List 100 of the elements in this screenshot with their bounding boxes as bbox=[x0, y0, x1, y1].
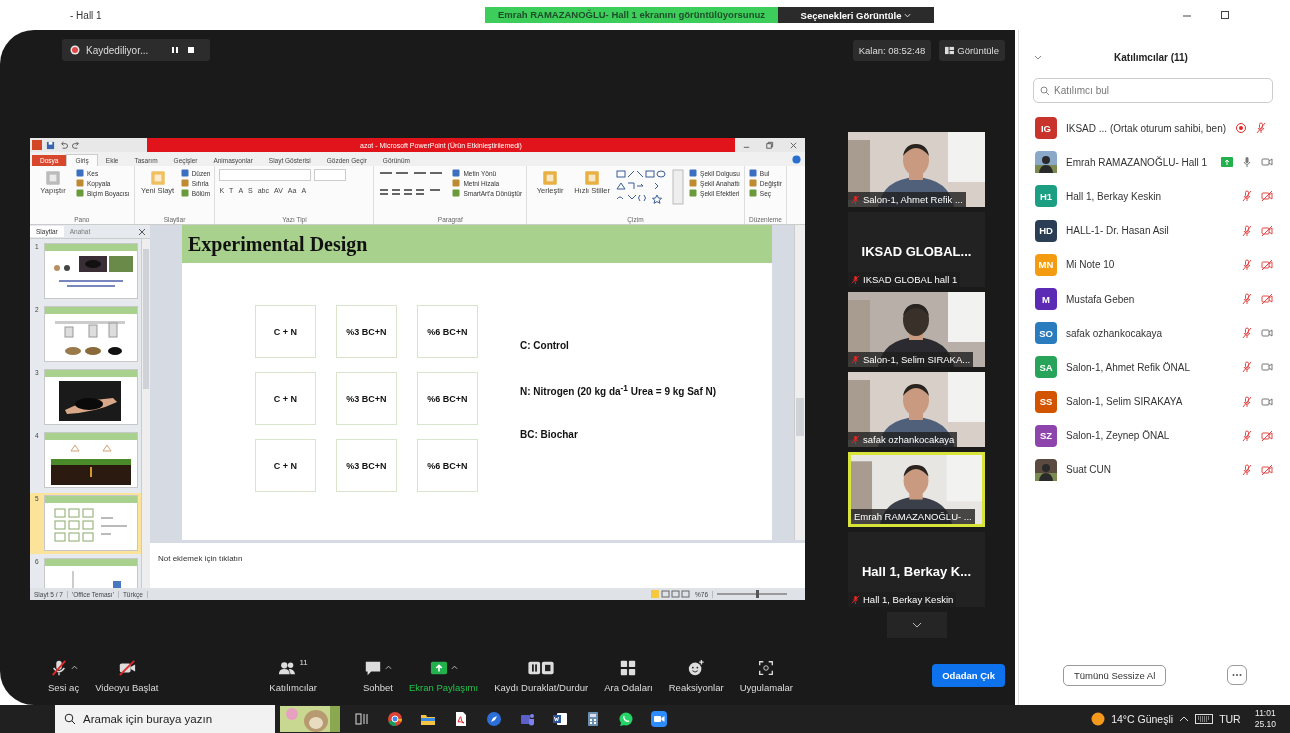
mic-muted-icon bbox=[851, 355, 860, 364]
time-remaining: Kalan: 08:52:48 bbox=[852, 39, 932, 61]
mic-muted-icon[interactable] bbox=[1241, 327, 1253, 340]
search-field[interactable]: Katılımcı bul bbox=[1033, 78, 1273, 103]
mic-muted-icon[interactable] bbox=[1255, 122, 1268, 135]
treatment-cell: C + N bbox=[255, 372, 316, 425]
mic-muted-icon[interactable] bbox=[1241, 463, 1253, 476]
compass-icon[interactable] bbox=[486, 711, 502, 727]
camera-off-icon[interactable] bbox=[1261, 293, 1273, 306]
caret-icon[interactable] bbox=[384, 665, 392, 670]
scrollbar[interactable] bbox=[141, 239, 150, 588]
mic-muted-icon[interactable] bbox=[1241, 361, 1253, 374]
toolbar-button[interactable]: Reaksiyonlar bbox=[660, 657, 732, 693]
microphone-icon[interactable] bbox=[1241, 156, 1253, 169]
clock-date[interactable]: 25.10 bbox=[1254, 719, 1276, 730]
toolbar-button[interactable]: Videoyu Başlat bbox=[87, 657, 167, 693]
input-language[interactable]: TUR bbox=[1219, 713, 1241, 725]
microphone-icon bbox=[49, 658, 68, 677]
toolbar-button[interactable]: Ara Odaları bbox=[596, 657, 661, 693]
toolbar-button[interactable]: 11 Katılımcılar bbox=[261, 657, 325, 693]
leave-button[interactable]: Odadan Çık bbox=[932, 663, 1005, 687]
word-document-icon[interactable] bbox=[552, 711, 568, 727]
toolbar-button[interactable]: Kaydı Duraklat/Durdur bbox=[486, 657, 597, 693]
apps-icon bbox=[757, 658, 776, 677]
more-button[interactable] bbox=[1227, 665, 1247, 685]
chat-bubble-icon[interactable] bbox=[618, 711, 634, 727]
participant-name: Salon-1, Selim SIRAKAYA bbox=[1066, 396, 1184, 408]
smiley-icon bbox=[687, 658, 706, 677]
avatar: SS bbox=[1035, 390, 1057, 413]
view-button[interactable]: Görüntüle bbox=[939, 39, 1005, 61]
camera-off-icon[interactable] bbox=[1261, 258, 1273, 271]
camera-off-icon[interactable] bbox=[1261, 190, 1273, 203]
help-icon[interactable] bbox=[792, 155, 801, 164]
mic-muted-icon[interactable] bbox=[1241, 395, 1253, 408]
mic-muted-icon bbox=[851, 435, 860, 444]
toolbar-button[interactable]: Uygulamalar bbox=[731, 657, 801, 693]
panel-title: Katılımcılar (11) bbox=[1113, 51, 1189, 63]
video-tile[interactable]: IKSAD GLOBAL... IKSAD GLOBAL hall 1 bbox=[848, 212, 985, 287]
large-tool-icon bbox=[541, 169, 560, 187]
toolbar-button[interactable]: Sohbet bbox=[354, 657, 401, 693]
caret-icon[interactable] bbox=[1179, 714, 1190, 724]
people-icon[interactable] bbox=[519, 711, 535, 727]
sun-icon[interactable] bbox=[1091, 712, 1106, 726]
restore-icon[interactable] bbox=[1220, 10, 1230, 20]
mic-muted-icon[interactable] bbox=[1241, 224, 1253, 237]
camera-icon[interactable] bbox=[1261, 361, 1273, 374]
task-view-icon[interactable] bbox=[354, 711, 370, 727]
redo-icon[interactable] bbox=[72, 140, 81, 150]
font-name-field[interactable] bbox=[219, 169, 312, 181]
video-tile[interactable]: Salon-1, Selim SIRAKA... bbox=[848, 292, 985, 367]
video-tile[interactable]: Hall 1, Berkay K... Hall 1, Berkay Keskin bbox=[848, 532, 985, 607]
font-size-field[interactable] bbox=[314, 169, 347, 181]
camera-off-icon[interactable] bbox=[1261, 224, 1273, 237]
caret-icon[interactable] bbox=[70, 665, 78, 670]
stop-icon[interactable] bbox=[186, 45, 197, 55]
avatar: M bbox=[1035, 288, 1057, 311]
video-camera-icon[interactable] bbox=[651, 711, 667, 727]
camera-icon[interactable] bbox=[1261, 395, 1273, 408]
document-icon[interactable] bbox=[453, 711, 469, 727]
participant-name: Hall 1, Berkay Keskin bbox=[1066, 190, 1163, 202]
treatment-cell: C + N bbox=[255, 439, 316, 492]
calculator-icon[interactable] bbox=[585, 711, 601, 727]
caret-icon[interactable] bbox=[450, 665, 458, 670]
toolbar-button[interactable]: Sesi aç bbox=[40, 657, 88, 693]
search-field[interactable]: Aramak için buraya yazın bbox=[55, 705, 275, 733]
mic-muted-icon bbox=[851, 195, 860, 204]
mic-muted-icon[interactable] bbox=[1241, 429, 1253, 442]
close-icon[interactable] bbox=[138, 227, 146, 236]
treatment-cell: %6 BC+N bbox=[417, 372, 478, 425]
pause-icon[interactable] bbox=[170, 45, 181, 55]
notes-field[interactable]: Not eklemek için tıklatın bbox=[150, 540, 805, 588]
mic-muted-icon[interactable] bbox=[1241, 190, 1253, 203]
app-logo-icon bbox=[32, 140, 42, 150]
participant-name: Hall 1, Berkay K... bbox=[860, 564, 973, 579]
keyboard-icon[interactable] bbox=[1195, 714, 1214, 724]
video-tile[interactable]: Salon-1, Ahmet Refik ... bbox=[848, 132, 985, 207]
camera-off-icon[interactable] bbox=[1261, 429, 1273, 442]
view-modes-icon[interactable] bbox=[651, 590, 691, 598]
toolbar-button[interactable]: Ekran Paylaşımı bbox=[401, 657, 487, 693]
browser-icon[interactable] bbox=[387, 711, 403, 727]
clock-time[interactable]: 11:01 bbox=[1255, 708, 1276, 719]
camera-icon[interactable] bbox=[1261, 156, 1273, 169]
grid-view-icon bbox=[945, 45, 955, 55]
camera-off-icon[interactable] bbox=[1261, 463, 1273, 476]
view-options-button[interactable]: Seçenekleri Görüntüle bbox=[778, 7, 934, 23]
participant-name: IKSAD GLOBAL... bbox=[860, 244, 973, 259]
mute-all-button[interactable]: Tümünü Sessize Al bbox=[1063, 664, 1167, 686]
mic-muted-icon[interactable] bbox=[1241, 293, 1253, 306]
video-tile[interactable]: safak ozhankocakaya bbox=[848, 372, 985, 447]
mic-muted-icon[interactable] bbox=[1241, 258, 1253, 271]
camera-icon[interactable] bbox=[1261, 327, 1273, 340]
video-tile[interactable]: Emrah RAMAZANOĞLU- ... bbox=[848, 452, 985, 527]
weather-text[interactable]: 14°C Güneşli bbox=[1111, 713, 1174, 725]
large-tool-icon bbox=[583, 169, 602, 187]
participant-name: Suat CUN bbox=[1066, 464, 1112, 476]
save-icon[interactable] bbox=[46, 140, 55, 150]
undo-icon[interactable] bbox=[59, 140, 68, 150]
sharing-banner: Emrah RAMAZANOĞLU- Hall 1 ekranını görüntülüyorsunuz bbox=[485, 7, 778, 23]
close-icon[interactable] bbox=[788, 140, 798, 150]
scrollbar[interactable] bbox=[794, 225, 805, 540]
